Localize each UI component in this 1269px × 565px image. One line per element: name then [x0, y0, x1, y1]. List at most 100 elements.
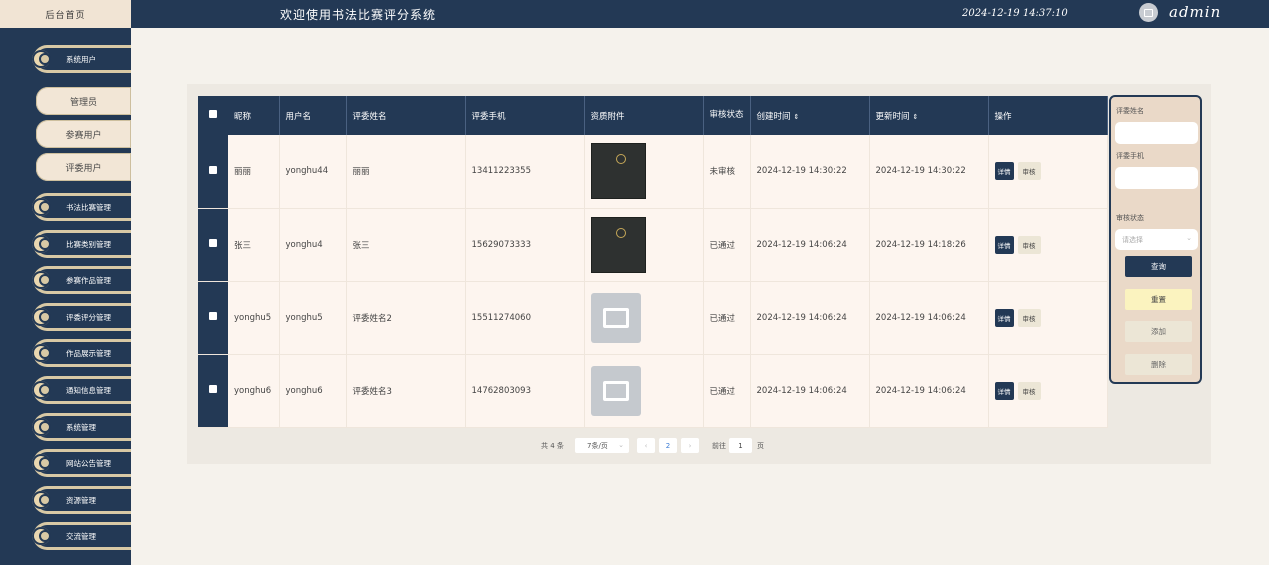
chevron-down-icon: ⌄	[618, 441, 624, 449]
cell-status: 已通过	[703, 354, 751, 428]
sidebar-item-resources[interactable]: 资源管理	[32, 486, 131, 514]
cell-actions: 详情 审核	[988, 208, 1108, 282]
row-checkbox[interactable]	[198, 208, 228, 282]
cell-username: yonghu44	[279, 135, 347, 209]
cell-actions: 详情 审核	[988, 135, 1108, 209]
status-select[interactable]: 请选择 ⌄	[1115, 229, 1198, 250]
ornament-icon	[39, 421, 51, 433]
cell-created: 2024-12-19 14:06:24	[750, 281, 870, 355]
cell-created: 2024-12-19 14:06:24	[750, 208, 870, 282]
cell-status: 未审核	[703, 135, 751, 209]
detail-button[interactable]: 详情	[994, 235, 1014, 254]
audit-button[interactable]: 审核	[1017, 235, 1041, 254]
clock: 2024-12-19 14:37:10	[962, 8, 1068, 19]
sidebar-subitem-judge[interactable]: 评委用户	[36, 153, 131, 181]
table-row: 张三 yonghu4 张三 15629073333 已通过 2024-12-19…	[198, 208, 1108, 282]
delete-button[interactable]: 删除	[1125, 354, 1192, 375]
col-created[interactable]: 创建时间 ⇕	[750, 96, 870, 135]
ornament-icon	[39, 457, 51, 469]
sidebar-item-system-users[interactable]: 系统用户	[32, 45, 131, 73]
ornament-icon	[39, 201, 51, 213]
cell-nickname: yonghu5	[228, 281, 280, 355]
audit-button[interactable]: 审核	[1017, 308, 1041, 327]
col-updated[interactable]: 更新时间 ⇕	[869, 96, 989, 135]
cell-nickname: 丽丽	[228, 135, 280, 209]
cell-judge-name: 丽丽	[346, 135, 466, 209]
home-link[interactable]: 后台首页	[0, 0, 131, 28]
col-username: 用户名	[279, 96, 347, 135]
judge-phone-input[interactable]	[1115, 167, 1198, 189]
page-number[interactable]: 2	[659, 438, 677, 453]
sidebar-item-works[interactable]: 参赛作品管理	[32, 266, 131, 294]
prev-page-icon[interactable]: ‹	[637, 438, 655, 453]
cell-updated: 2024-12-19 14:18:26	[869, 208, 989, 282]
table-row: yonghu6 yonghu6 评委姓名3 14762803093 已通过 20…	[198, 354, 1108, 428]
certificate-image[interactable]	[590, 216, 646, 273]
sort-icon[interactable]: ⇕	[913, 113, 919, 121]
cell-username: yonghu4	[279, 208, 347, 282]
sidebar-item-contest[interactable]: 书法比赛管理	[32, 193, 131, 221]
ornament-icon	[39, 347, 51, 359]
search-panel: 评委姓名 评委手机 审核状态 请选择 ⌄ 查询 重置 添加 删除	[1109, 95, 1202, 384]
cell-nickname: 张三	[228, 208, 280, 282]
add-button[interactable]: 添加	[1125, 321, 1192, 342]
row-checkbox[interactable]	[198, 354, 228, 428]
sidebar-item-system[interactable]: 系统管理	[32, 413, 131, 441]
sidebar-item-scoring[interactable]: 评委评分管理	[32, 303, 131, 331]
cell-phone: 13411223355	[465, 135, 585, 209]
sidebar-item-forum[interactable]: 交流管理	[32, 522, 131, 550]
image-placeholder-icon[interactable]	[590, 365, 641, 416]
cell-actions: 详情 审核	[988, 354, 1108, 428]
ornament-icon	[39, 384, 51, 396]
cell-attachment	[584, 281, 704, 355]
sidebar-subitem-contestant[interactable]: 参赛用户	[36, 120, 131, 148]
cell-username: yonghu5	[279, 281, 347, 355]
username[interactable]: admin	[1169, 3, 1221, 21]
col-status: 审核状态	[703, 96, 751, 135]
cell-updated: 2024-12-19 14:06:24	[869, 354, 989, 428]
detail-button[interactable]: 详情	[994, 308, 1014, 327]
cell-status: 已通过	[703, 208, 751, 282]
audit-button[interactable]: 审核	[1017, 162, 1041, 181]
cell-judge-name: 张三	[346, 208, 466, 282]
ornament-icon	[39, 274, 51, 286]
col-attachment: 资质附件	[584, 96, 704, 135]
cell-attachment	[584, 354, 704, 428]
sidebar-subitem-admin[interactable]: 管理员	[36, 87, 131, 115]
col-nickname: 昵称	[228, 96, 280, 135]
cell-phone: 15511274060	[465, 281, 585, 355]
cell-phone: 14762803093	[465, 354, 585, 428]
table-header: 昵称 用户名 评委姓名 评委手机 资质附件 审核状态 创建时间 ⇕ 更新时间 ⇕ 操…	[198, 96, 1108, 135]
cell-phone: 15629073333	[465, 208, 585, 282]
table-row: 丽丽 yonghu44 丽丽 13411223355 未审核 2024-12-1…	[198, 135, 1108, 209]
image-placeholder-icon[interactable]	[590, 292, 641, 343]
audit-button[interactable]: 审核	[1017, 381, 1041, 400]
avatar-icon[interactable]	[1139, 3, 1158, 22]
cell-username: yonghu6	[279, 354, 347, 428]
sidebar-item-showcase[interactable]: 作品展示管理	[32, 339, 131, 367]
cell-created: 2024-12-19 14:30:22	[750, 135, 870, 209]
goto-page-input[interactable]: 1	[729, 438, 752, 453]
select-all-checkbox[interactable]	[198, 96, 228, 135]
judge-name-input[interactable]	[1115, 122, 1198, 144]
cell-created: 2024-12-19 14:06:24	[750, 354, 870, 428]
page-size-select[interactable]: 7条/页 ⌄	[575, 438, 629, 453]
next-page-icon[interactable]: ›	[681, 438, 699, 453]
col-judge-phone: 评委手机	[465, 96, 585, 135]
detail-button[interactable]: 详情	[994, 381, 1014, 400]
col-judge-name: 评委姓名	[346, 96, 466, 135]
sort-icon[interactable]: ⇕	[794, 113, 800, 121]
page-unit: 页	[757, 442, 764, 450]
table-row: yonghu5 yonghu5 评委姓名2 15511274060 已通过 20…	[198, 281, 1108, 355]
certificate-image[interactable]	[590, 143, 646, 200]
detail-button[interactable]: 详情	[994, 162, 1014, 181]
col-actions: 操作	[988, 96, 1108, 135]
query-button[interactable]: 查询	[1125, 256, 1192, 277]
row-checkbox[interactable]	[198, 281, 228, 355]
row-checkbox[interactable]	[198, 135, 228, 209]
sidebar-item-notice[interactable]: 通知信息管理	[32, 376, 131, 404]
sidebar-item-category[interactable]: 比赛类别管理	[32, 230, 131, 258]
sidebar-item-announcement[interactable]: 网站公告管理	[32, 449, 131, 477]
reset-button[interactable]: 重置	[1125, 289, 1192, 310]
judge-phone-label: 评委手机	[1116, 152, 1144, 160]
